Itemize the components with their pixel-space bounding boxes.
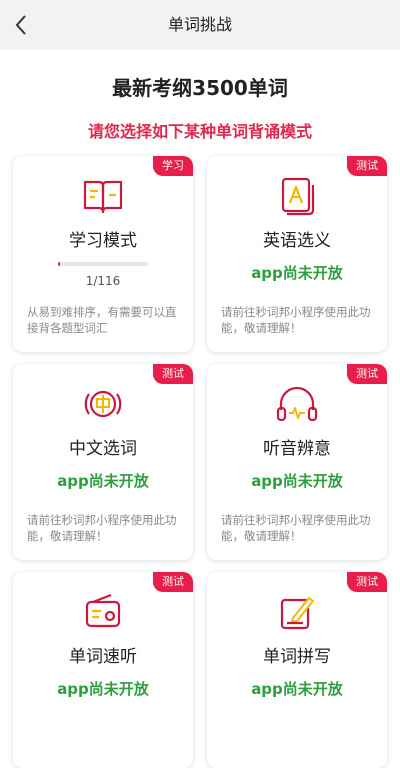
mode-badge: 测试 bbox=[347, 572, 387, 592]
mode-badge: 测试 bbox=[347, 364, 387, 384]
mode-badge: 测试 bbox=[153, 572, 193, 592]
book-icon bbox=[83, 180, 123, 214]
page-title: 单词挑战 bbox=[167, 15, 232, 34]
progress-fill bbox=[58, 262, 60, 266]
mode-badge: 学习 bbox=[153, 156, 193, 176]
status-text: app尚未开放 bbox=[251, 264, 343, 282]
top-nav-bar: 单词挑战 bbox=[0, 0, 400, 50]
card-title: 中文选词 bbox=[69, 439, 137, 459]
mode-badge: 测试 bbox=[347, 156, 387, 176]
progress-text: 1/116 bbox=[85, 274, 121, 288]
pencil-edit-icon bbox=[280, 597, 314, 630]
subtitle: 请您选择如下某种单词背诵模式 bbox=[87, 122, 312, 141]
status-text: app尚未开放 bbox=[251, 680, 343, 698]
card-description: 请前往秒词邦小程序使用此功能，敬请理解！ bbox=[27, 513, 177, 543]
card-chinese-choice[interactable]: 测试 中文选词 app尚未开放 请前往秒词邦小程序使用此功能，敬请理解！ bbox=[13, 364, 193, 560]
card-quick-listen[interactable]: 测试 单词速听 app尚未开放 bbox=[13, 572, 193, 768]
status-text: app尚未开放 bbox=[57, 472, 149, 490]
card-spelling[interactable]: 测试 单词拼写 app尚未开放 bbox=[207, 572, 387, 768]
card-title: 单词拼写 bbox=[263, 647, 331, 667]
progress-bar bbox=[58, 262, 148, 266]
card-title: 听音辨意 bbox=[263, 439, 331, 459]
chinese-char-icon bbox=[84, 390, 122, 418]
card-english-choice[interactable]: 测试 英语选义 app尚未开放 请前往秒词邦小程序使用此功能，敬请理解！ bbox=[207, 156, 387, 352]
status-text: app尚未开放 bbox=[57, 680, 149, 698]
card-description: 请前往秒词邦小程序使用此功能，敬请理解！ bbox=[221, 513, 371, 543]
card-description: 请前往秒词邦小程序使用此功能，敬请理解！ bbox=[221, 305, 371, 335]
card-listening[interactable]: 测试 听音辨意 app尚未开放 请前往秒词邦小程序使用此功能，敬请理解！ bbox=[207, 364, 387, 560]
card-title: 学习模式 bbox=[69, 231, 137, 251]
mode-badge: 测试 bbox=[153, 364, 193, 384]
card-description: 从易到难排序，有需要可以直接背各题型词汇 bbox=[27, 305, 177, 335]
status-text: app尚未开放 bbox=[251, 472, 343, 490]
card-title: 单词速听 bbox=[69, 647, 137, 667]
card-title: 英语选义 bbox=[263, 231, 331, 251]
card-study-mode[interactable]: 学习 学习模式 1/116 从易到难排序，有需要可以直接背各题型词汇 bbox=[13, 156, 193, 352]
headline: 最新考纲3500单词 bbox=[112, 76, 288, 100]
radio-icon bbox=[85, 593, 121, 628]
letter-a-card-icon bbox=[281, 177, 315, 216]
headphones-icon bbox=[276, 386, 318, 422]
